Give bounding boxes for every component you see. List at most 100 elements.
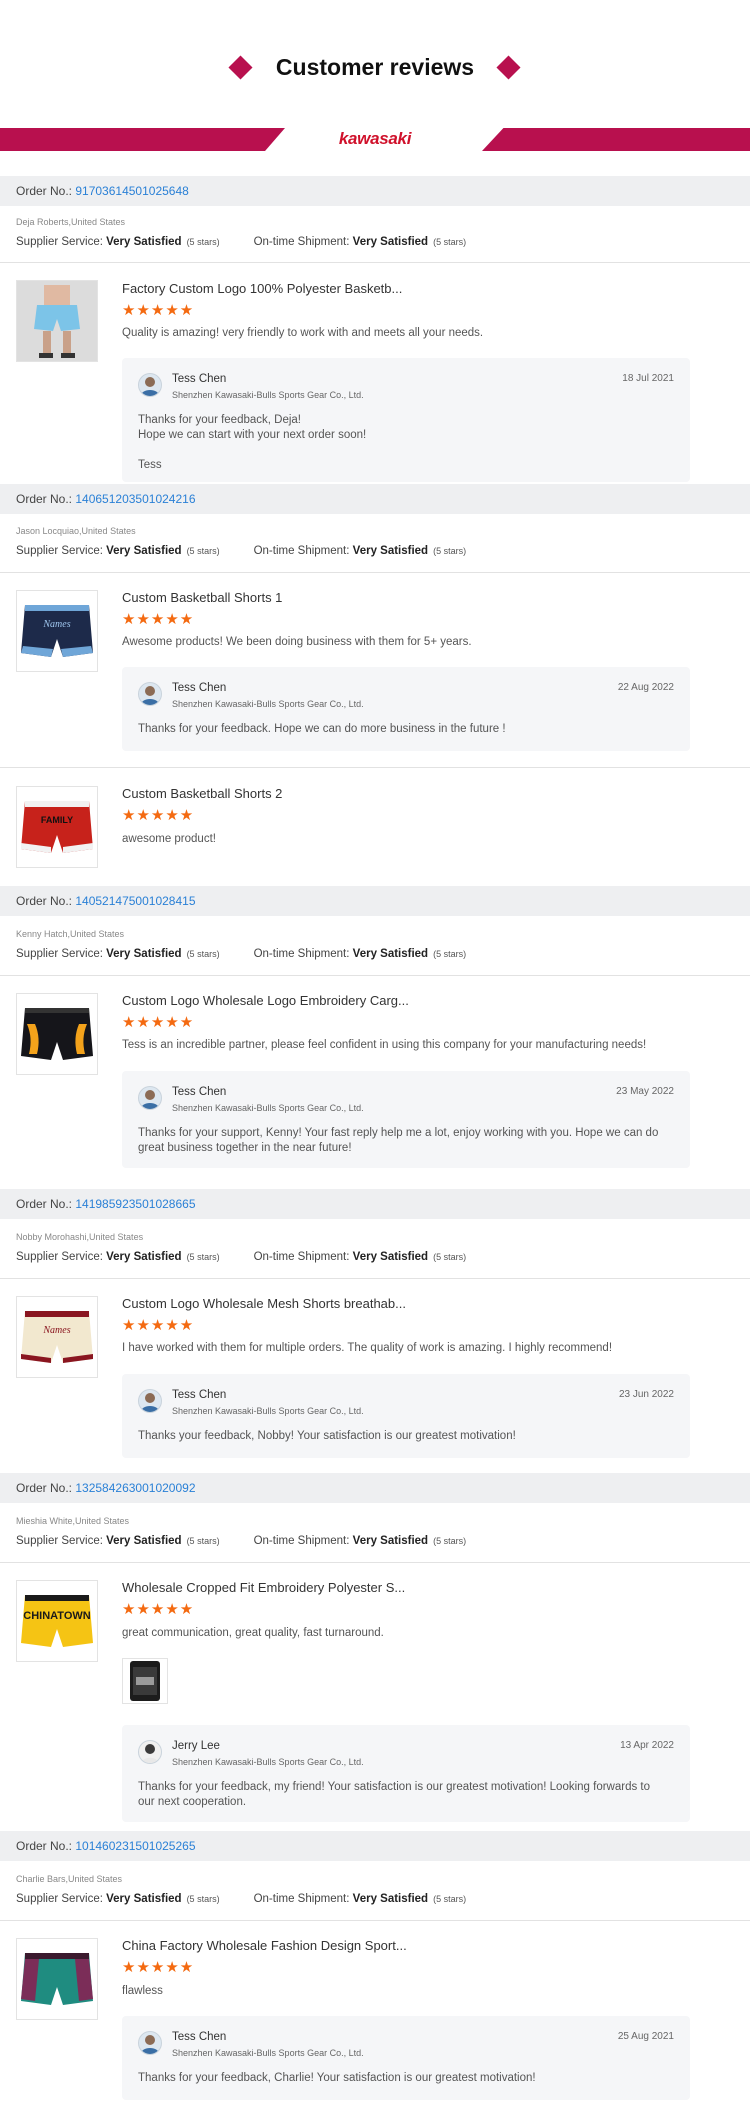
order-ratings: Supplier Service: Very Satisfied (5 stars… [16, 1893, 466, 1905]
reply-author: Jerry Lee [172, 1740, 220, 1752]
ontime-shipment-rating: Very Satisfied [352, 1251, 429, 1263]
product-image[interactable] [16, 993, 98, 1075]
ontime-shipment-stars: (5 stars) [433, 949, 467, 959]
order-number-link[interactable]: 141985923501028665 [75, 1197, 195, 1211]
reply-message: Thanks for your support, Kenny! Your fas… [138, 1126, 668, 1156]
buyer-name: Mieshia White,United States [16, 1516, 130, 1526]
buyer-name: Deja Roberts,United States [16, 217, 126, 227]
divider [0, 1278, 750, 1279]
ontime-shipment-rating: Very Satisfied [352, 1535, 429, 1547]
svg-text:Names: Names [42, 1325, 70, 1336]
order-label: Order No.: [16, 1481, 76, 1495]
reply-line: Thanks for your feedback, Deja! [138, 414, 301, 426]
order-number-link[interactable]: 140651203501024216 [75, 492, 195, 506]
page-title: Customer reviews [275, 54, 475, 80]
product-image[interactable]: Names [16, 590, 98, 672]
ontime-shipment-rating: Very Satisfied [352, 948, 429, 960]
supplier-service-rating: Very Satisfied [106, 236, 182, 248]
product-image[interactable] [16, 1938, 98, 2020]
reply-line: Tess [138, 459, 162, 471]
product-name-link[interactable]: Custom Logo Wholesale Mesh Shorts breath… [122, 1296, 406, 1311]
product-name-link[interactable]: China Factory Wholesale Fashion Design S… [122, 1938, 407, 1953]
supplier-reply: Tess Chen Shenzhen Kawasaki-Bulls Sports… [122, 1071, 690, 1168]
reply-date: 18 Jul 2021 [622, 373, 674, 384]
reply-line: Thanks your feedback, Nobby! Your satisf… [138, 1430, 516, 1442]
ontime-shipment-label: On-time Shipment: [253, 1535, 353, 1547]
reply-author: Tess Chen [172, 682, 227, 694]
reply-date: 13 Apr 2022 [620, 1740, 674, 1751]
order-number-link[interactable]: 91703614501025648 [75, 184, 188, 198]
review-text: Tess is an incredible partner, please fe… [122, 1039, 647, 1051]
reply-company: Shenzhen Kawasaki-Bulls Sports Gear Co.,… [172, 699, 364, 709]
order-ratings: Supplier Service: Very Satisfied (5 stars… [16, 1251, 466, 1263]
supplier-service-stars: (5 stars) [186, 1536, 220, 1546]
reply-line: Hope we can start with your next order s… [138, 429, 367, 441]
product-image[interactable]: Names [16, 1296, 98, 1378]
product-image[interactable] [16, 280, 98, 362]
supplier-reply: Tess Chen Shenzhen Kawasaki-Bulls Sports… [122, 358, 690, 482]
divider [0, 262, 750, 263]
order-number-link[interactable]: 101460231501025265 [75, 1839, 195, 1853]
order-label: Order No.: [16, 1197, 76, 1211]
ontime-shipment-label: On-time Shipment: [253, 236, 353, 248]
supplier-service-label: Supplier Service: [16, 236, 107, 248]
review-photo[interactable] [122, 1658, 168, 1704]
supplier-service-stars: (5 stars) [186, 1252, 220, 1262]
reply-message: Thanks for your feedback, Charlie! Your … [138, 2071, 668, 2086]
order-bar: Order No.: 140651203501024216 [0, 484, 750, 514]
supplier-service-stars: (5 stars) [186, 546, 220, 556]
product-image[interactable]: FAMILY [16, 786, 98, 868]
divider [0, 1562, 750, 1563]
supplier-service-label: Supplier Service: [16, 1893, 107, 1905]
order-number-link[interactable]: 140521475001028415 [75, 894, 195, 908]
reply-line: Thanks for your feedback. Hope we can do… [138, 723, 506, 735]
product-name-link[interactable]: Custom Basketball Shorts 1 [122, 590, 282, 605]
review-text: Awesome products! We been doing business… [122, 636, 472, 648]
order-bar: Order No.: 132584263001020092 [0, 1473, 750, 1503]
order-label: Order No.: [16, 894, 76, 908]
buyer-name: Charlie Bars,United States [16, 1874, 123, 1884]
product-name-link[interactable]: Wholesale Cropped Fit Embroidery Polyest… [122, 1580, 405, 1595]
reviews-header: Customer reviews [0, 0, 750, 128]
avatar [138, 1086, 162, 1110]
avatar [138, 1740, 162, 1764]
ontime-shipment-rating: Very Satisfied [352, 1893, 429, 1905]
review-stars: ★★★★★ [122, 1317, 195, 1334]
reply-line: Thanks for your support, Kenny! Your fas… [138, 1127, 659, 1154]
supplier-service-stars: (5 stars) [186, 1894, 220, 1904]
ontime-shipment-label: On-time Shipment: [253, 1251, 353, 1263]
ontime-shipment-rating: Very Satisfied [352, 545, 429, 557]
divider [0, 572, 750, 573]
order-bar: Order No.: 101460231501025265 [0, 1831, 750, 1861]
reply-company: Shenzhen Kawasaki-Bulls Sports Gear Co.,… [172, 1406, 364, 1416]
review-stars: ★★★★★ [122, 1959, 195, 1976]
ontime-shipment-label: On-time Shipment: [253, 1893, 353, 1905]
order-number-link[interactable]: 132584263001020092 [75, 1481, 195, 1495]
product-image[interactable]: CHINATOWN [16, 1580, 98, 1662]
supplier-service-label: Supplier Service: [16, 1535, 107, 1547]
supplier-service-stars: (5 stars) [186, 237, 220, 247]
order-bar: Order No.: 91703614501025648 [0, 176, 750, 206]
reply-company: Shenzhen Kawasaki-Bulls Sports Gear Co.,… [172, 2048, 364, 2058]
review-text: flawless [122, 1985, 163, 1997]
ontime-shipment-label: On-time Shipment: [253, 948, 353, 960]
avatar [138, 373, 162, 397]
product-name-link[interactable]: Custom Logo Wholesale Logo Embroidery Ca… [122, 993, 409, 1008]
order-label: Order No.: [16, 1839, 76, 1853]
supplier-reply: Tess Chen Shenzhen Kawasaki-Bulls Sports… [122, 2016, 690, 2100]
ontime-shipment-rating: Very Satisfied [352, 236, 429, 248]
supplier-service-rating: Very Satisfied [106, 545, 182, 557]
svg-text:Names: Names [42, 619, 70, 630]
review-stars: ★★★★★ [122, 611, 195, 628]
avatar [138, 2031, 162, 2055]
supplier-service-rating: Very Satisfied [106, 1535, 182, 1547]
supplier-reply: Tess Chen Shenzhen Kawasaki-Bulls Sports… [122, 1374, 690, 1458]
product-name-link[interactable]: Factory Custom Logo 100% Polyester Baske… [122, 281, 402, 296]
product-name-link[interactable]: Custom Basketball Shorts 2 [122, 786, 282, 801]
supplier-reply: Jerry Lee Shenzhen Kawasaki-Bulls Sports… [122, 1725, 690, 1822]
reply-company: Shenzhen Kawasaki-Bulls Sports Gear Co.,… [172, 390, 364, 400]
avatar [138, 682, 162, 706]
review-text: awesome product! [122, 833, 216, 845]
reply-message: Thanks for your feedback, Deja! Hope we … [138, 413, 668, 473]
order-label: Order No.: [16, 184, 76, 198]
